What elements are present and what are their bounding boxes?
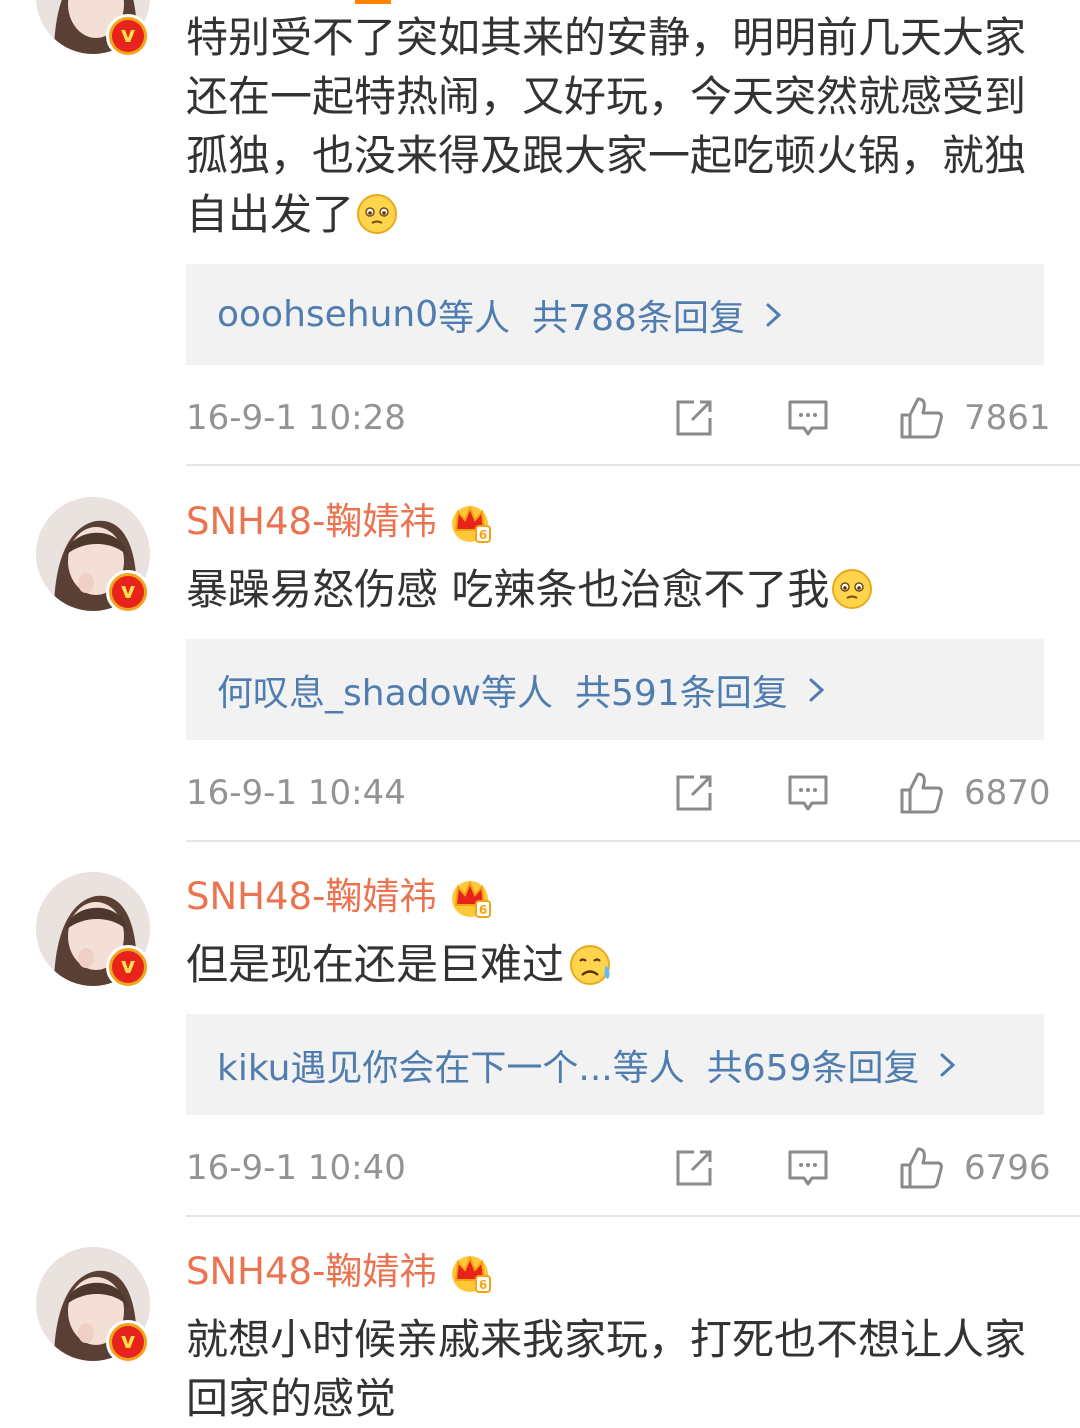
- username[interactable]: SNH48-鞠婧祎: [186, 1246, 436, 1298]
- comment-text: 特别受不了突如其来的安静，明明前几天大家还在一起特热闹，又好玩，今天突然就感受到…: [186, 13, 1027, 239]
- svg-text:6: 6: [479, 1278, 487, 1292]
- like-count: 7861: [964, 398, 1051, 438]
- divider: [186, 840, 1080, 842]
- comment-button[interactable]: [786, 1146, 830, 1190]
- timestamp: 16-9-1 10:40: [186, 1148, 406, 1188]
- crown-member-icon: 6: [452, 1255, 492, 1293]
- comment-button[interactable]: [786, 396, 830, 440]
- divider: [186, 464, 1080, 466]
- reply-count[interactable]: 共788条回复: [532, 289, 745, 341]
- reply-summary[interactable]: kiku遇见你会在下一个... 等人 共659条回复: [186, 1014, 1044, 1115]
- user-row: SNH48-鞠婧祎 6: [186, 496, 492, 548]
- like-button[interactable]: 6796: [898, 1146, 1051, 1190]
- comment-icon: [788, 775, 828, 811]
- chevron-right-icon: [940, 1053, 956, 1076]
- verified-v-badge-icon: v: [106, 14, 150, 58]
- crown-member-icon: 6: [452, 505, 492, 543]
- like-button[interactable]: 7861: [898, 396, 1051, 440]
- chevron-right-icon: [766, 303, 782, 326]
- username[interactable]: SNH48-鞠婧祎: [186, 496, 436, 548]
- comment-icon: [788, 1150, 828, 1186]
- thumbs-up-icon: [900, 1147, 943, 1189]
- verified-v-badge-icon: v: [106, 1320, 150, 1364]
- like-count: 6796: [964, 1148, 1051, 1188]
- repost-icon: [676, 400, 712, 436]
- svg-text:6: 6: [479, 528, 487, 542]
- comment-meta: 16-9-1 10:40 6796: [186, 1140, 1051, 1196]
- reply-users[interactable]: ooohsehun0: [217, 294, 438, 335]
- reply-summary[interactable]: ooohsehun0 等人 共788条回复: [186, 264, 1044, 365]
- reply-users[interactable]: kiku遇见你会在下一个...: [217, 1039, 613, 1091]
- sad-face-emoji: [832, 569, 873, 609]
- comment-meta: 16-9-1 10:44 6870: [186, 765, 1051, 821]
- like-count: 6870: [964, 773, 1051, 813]
- username[interactable]: SNH48-鞠婧祎: [186, 871, 436, 923]
- comment-meta: 16-9-1 10:28 7861: [186, 390, 1051, 446]
- crown-member-icon: 6: [452, 880, 492, 918]
- reply-users-suffix: 等人: [438, 297, 511, 339]
- repost-icon: [676, 1150, 712, 1186]
- verified-v-badge-icon: v: [106, 945, 150, 989]
- like-button[interactable]: 6870: [898, 771, 1051, 815]
- reply-users-suffix: 等人: [480, 672, 553, 714]
- timestamp: 16-9-1 10:44: [186, 773, 406, 813]
- svg-text:6: 6: [479, 903, 487, 917]
- reply-users[interactable]: 何叹息_shadow: [217, 664, 481, 716]
- crying-face-emoji: [570, 945, 611, 985]
- reply-count[interactable]: 共591条回复: [575, 664, 788, 716]
- chevron-right-icon: [809, 678, 824, 701]
- comment-icon: [788, 400, 828, 436]
- sad-face-emoji: [357, 194, 398, 234]
- reply-count[interactable]: 共659条回复: [707, 1039, 920, 1091]
- comment-feed: v 特别受不了突如其来的安静，明明前几天大家还在一起特热闹，又好玩，今天突然就感…: [0, 0, 1080, 1428]
- user-row: SNH48-鞠婧祎 6: [186, 1246, 492, 1298]
- comment-text: 就想小时候亲戚来我家玩，打死也不想让人家回家的感觉: [186, 1315, 1027, 1423]
- reply-users-suffix: 等人: [612, 1047, 685, 1089]
- reply-summary[interactable]: 何叹息_shadow 等人 共591条回复: [186, 639, 1044, 740]
- thumbs-up-icon: [900, 397, 943, 439]
- repost-button[interactable]: [672, 396, 716, 440]
- comment-button[interactable]: [786, 771, 830, 815]
- repost-button[interactable]: [672, 771, 716, 815]
- repost-icon: [676, 775, 712, 811]
- divider: [186, 1215, 1080, 1217]
- thumbs-up-icon: [900, 772, 943, 814]
- verified-v-badge-icon: v: [106, 570, 150, 614]
- tab-indicator: [355, 0, 391, 4]
- comment-text: 暴躁易怒伤感 吃辣条也治愈不了我: [186, 560, 1056, 619]
- user-row: SNH48-鞠婧祎 6: [186, 871, 492, 923]
- timestamp: 16-9-1 10:28: [186, 398, 406, 438]
- comment-text: 但是现在还是巨难过: [186, 935, 1056, 994]
- repost-button[interactable]: [672, 1146, 716, 1190]
